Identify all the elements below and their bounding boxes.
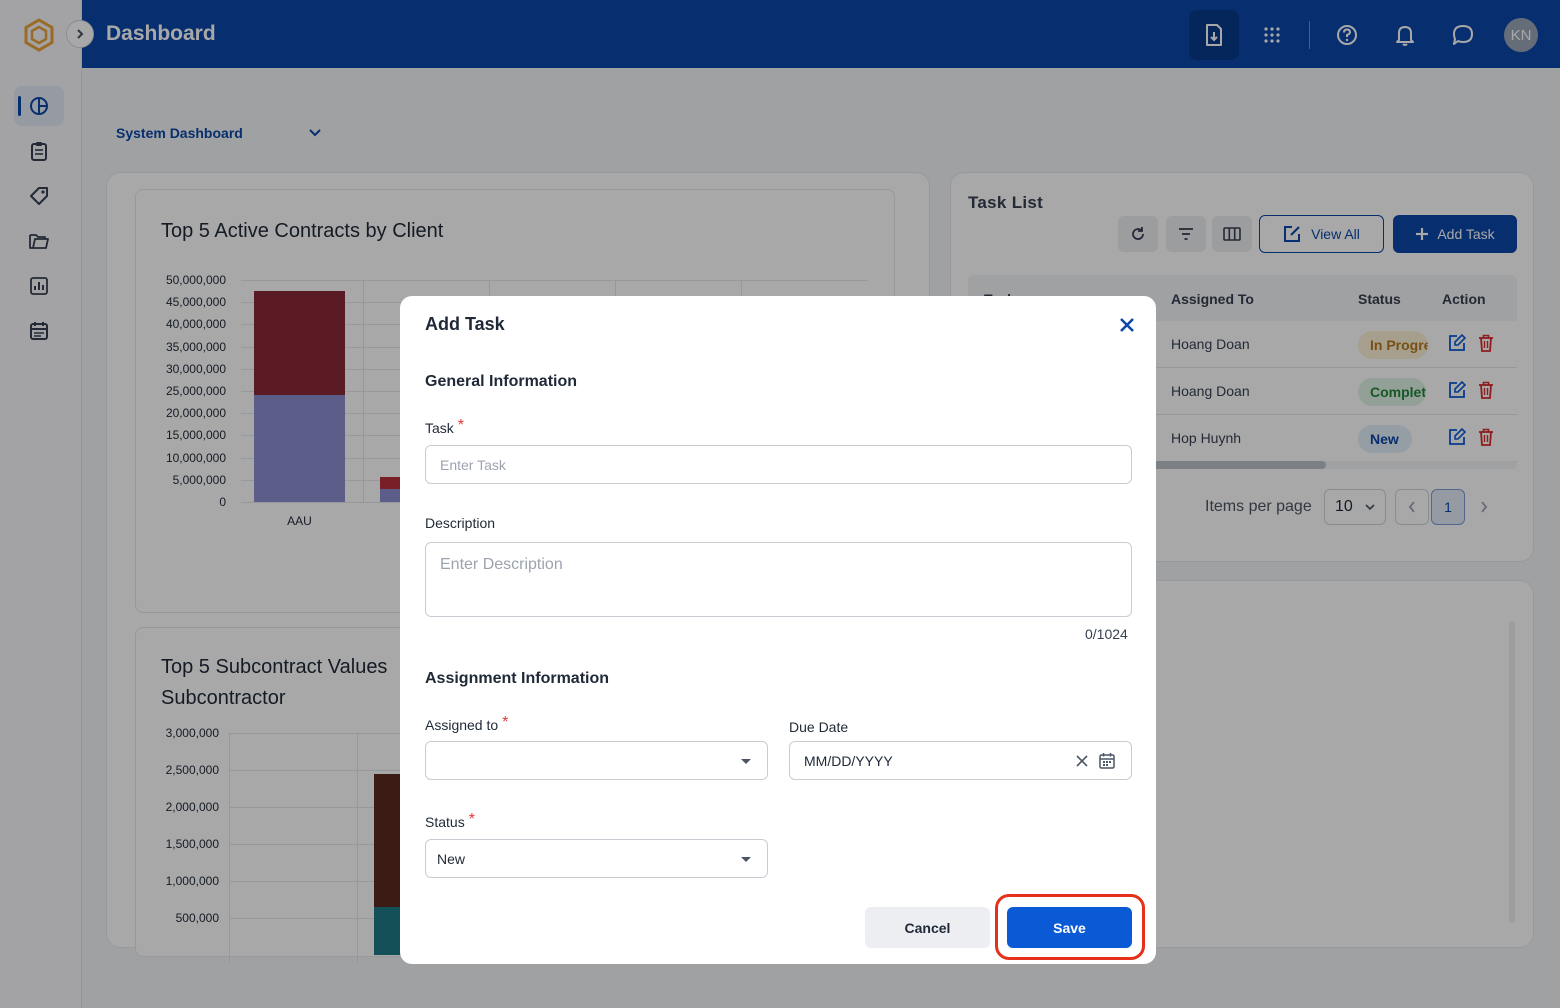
status-value: New bbox=[437, 850, 466, 867]
required-marker: * bbox=[457, 417, 465, 434]
status-select[interactable]: New bbox=[425, 839, 768, 878]
caret-down-icon bbox=[741, 857, 751, 862]
assigned-to-label-text: Assigned to bbox=[425, 717, 499, 733]
close-icon[interactable] bbox=[1116, 314, 1138, 336]
status-label-text: Status bbox=[425, 814, 465, 830]
due-date-placeholder: MM/DD/YYYY bbox=[804, 752, 893, 769]
assigned-to-field-label: Assigned to * bbox=[425, 714, 509, 735]
section-title-general: General Information bbox=[425, 373, 578, 390]
save-button[interactable]: Save bbox=[1007, 907, 1132, 948]
description-textarea[interactable] bbox=[425, 542, 1132, 617]
section-title-assignment: Assignment Information bbox=[425, 670, 610, 687]
required-marker: * bbox=[502, 714, 509, 731]
add-task-dialog: Add Task General Information Task* Descr… bbox=[400, 296, 1156, 964]
assigned-to-select[interactable] bbox=[425, 741, 768, 780]
calendar-icon[interactable] bbox=[1098, 752, 1116, 770]
clear-icon[interactable] bbox=[1075, 754, 1089, 768]
status-field-label: Status * bbox=[425, 811, 475, 832]
due-date-input[interactable]: MM/DD/YYYY bbox=[789, 741, 1132, 780]
description-field-label: Description bbox=[425, 515, 496, 531]
task-label-text: Task bbox=[425, 420, 454, 436]
task-input[interactable] bbox=[425, 445, 1132, 484]
required-marker: * bbox=[468, 811, 475, 828]
due-date-field-label: Due Date bbox=[789, 719, 849, 735]
description-char-counter: 0/1024 bbox=[1085, 626, 1128, 642]
task-field-label: Task * bbox=[425, 417, 465, 438]
app-root: Dashboard KN System Dashboard Top 5 Acti… bbox=[0, 0, 1560, 1008]
cancel-button[interactable]: Cancel bbox=[865, 907, 990, 948]
caret-down-icon bbox=[741, 759, 751, 764]
dialog-title: Add Task bbox=[425, 314, 505, 334]
